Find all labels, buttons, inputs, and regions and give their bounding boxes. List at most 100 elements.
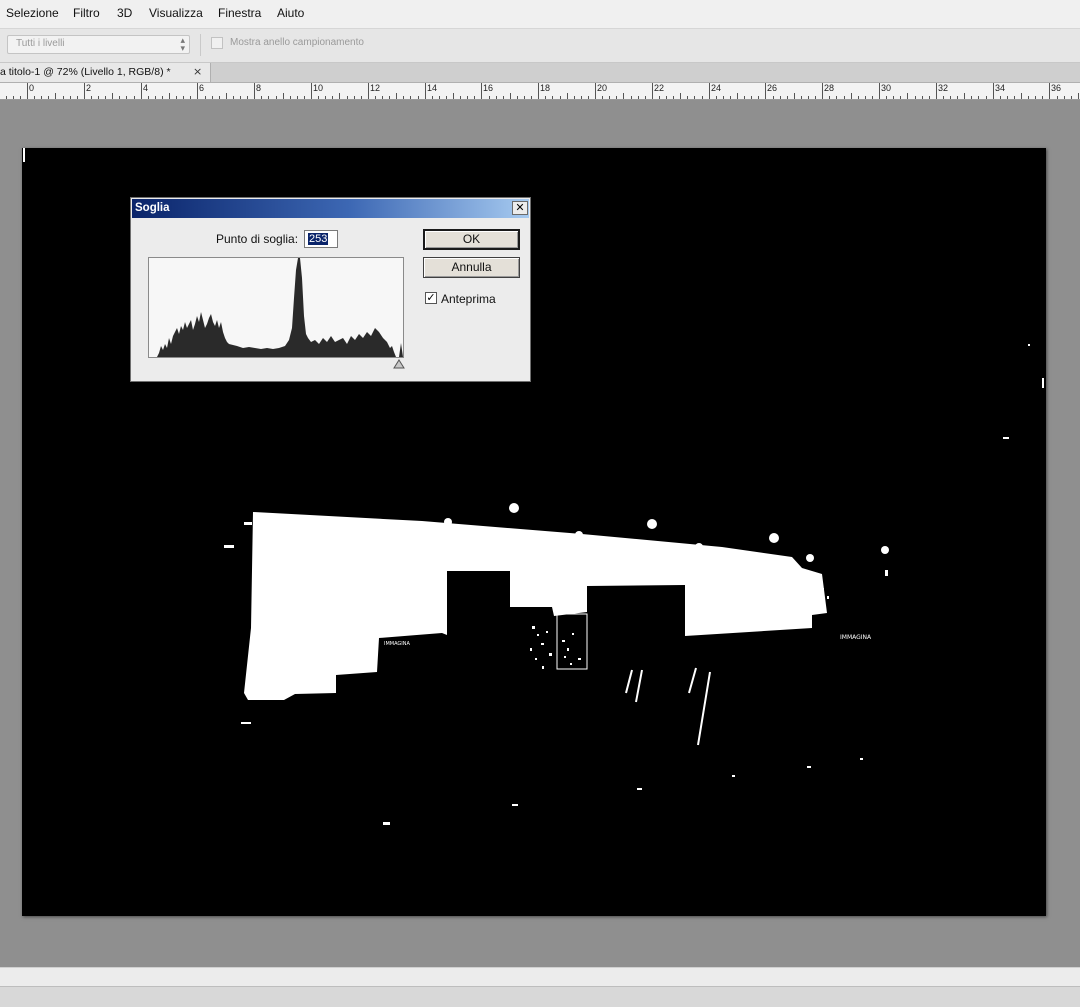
ruler-tick: [77, 96, 78, 99]
threshold-level-input[interactable]: 253: [304, 230, 338, 248]
ruler-tick: [467, 96, 468, 99]
ruler-tick: [325, 96, 326, 99]
ruler-tick: [297, 96, 298, 99]
ruler-tick: [48, 96, 49, 99]
ruler-tick: [574, 96, 575, 99]
menu-filtro[interactable]: Filtro: [73, 6, 100, 20]
ruler-tick: [162, 96, 163, 99]
ruler-tick: [907, 93, 908, 99]
ruler-tick: [375, 96, 376, 99]
ruler-label: 4: [143, 83, 149, 93]
ruler-tick: [27, 83, 28, 99]
ruler-tick: [290, 96, 291, 99]
ruler-tick: [425, 83, 426, 99]
ruler-tick: [765, 83, 766, 99]
menu-visualizza[interactable]: Visualizza: [149, 6, 203, 20]
show-ring-checkbox[interactable]: [211, 37, 223, 49]
ruler-tick: [446, 96, 447, 99]
ruler-tick: [141, 83, 142, 99]
ruler-tick: [588, 96, 589, 99]
ruler-tick: [787, 96, 788, 99]
ok-button[interactable]: OK: [423, 229, 520, 250]
ruler-tick: [84, 83, 85, 99]
menu-bar: Selezione Filtro 3D Visualizza Finestra …: [0, 0, 1080, 29]
threshold-slider-handle[interactable]: [393, 359, 405, 369]
ruler-tick: [1071, 96, 1072, 99]
sign-text-left: IMMAGINA: [384, 641, 411, 647]
ruler-tick: [126, 96, 127, 99]
document-tab-bar: a titolo-1 @ 72% (Livello 1, RGB/8) * ×: [0, 63, 1080, 83]
cancel-button[interactable]: Annulla: [423, 257, 520, 278]
options-divider: [200, 34, 201, 56]
ruler-tick: [808, 96, 809, 99]
bottom-panel: [0, 967, 1080, 1007]
histogram-graph: [149, 258, 403, 357]
ruler-tick: [261, 96, 262, 99]
ruler-tick: [858, 96, 859, 99]
ruler-tick: [900, 96, 901, 99]
ruler-tick: [616, 96, 617, 99]
ruler-tick: [595, 83, 596, 99]
ruler-tick: [503, 96, 504, 99]
ruler-tick: [716, 96, 717, 99]
document-tab[interactable]: a titolo-1 @ 72% (Livello 1, RGB/8) * ×: [0, 63, 211, 82]
ruler-tick: [489, 96, 490, 99]
ruler-tick: [1078, 93, 1079, 99]
threshold-dialog: Soglia ✕ Punto di soglia: 253 OK Annulla…: [130, 197, 531, 382]
ruler-tick: [190, 96, 191, 99]
menu-3d[interactable]: 3D: [117, 6, 132, 20]
ruler-tick: [709, 83, 710, 99]
ruler-tick: [219, 96, 220, 99]
ruler-tick: [1035, 96, 1036, 99]
ruler-tick: [254, 83, 255, 99]
dialog-titlebar[interactable]: Soglia ✕: [132, 199, 529, 218]
ruler-tick: [6, 96, 7, 99]
ruler-tick: [567, 93, 568, 99]
ruler-tick: [212, 96, 213, 99]
ruler-tick: [1014, 96, 1015, 99]
show-ring-label: Mostra anello campionamento: [230, 37, 364, 48]
ruler-tick: [836, 96, 837, 99]
ruler-tick: [226, 93, 227, 99]
ruler-label: 22: [654, 83, 665, 93]
ruler-tick: [318, 96, 319, 99]
ruler-tick: [815, 96, 816, 99]
ruler-tick: [886, 96, 887, 99]
close-icon[interactable]: ✕: [512, 201, 528, 215]
ruler-tick: [631, 96, 632, 99]
ruler-tick: [794, 93, 795, 99]
preview-label: Anteprima: [441, 292, 496, 306]
ruler-label: 26: [767, 83, 778, 93]
sample-layers-select[interactable]: Tutti i livelli ▴ ▾: [7, 35, 190, 54]
ruler-tick: [666, 96, 667, 99]
ruler-tick: [609, 96, 610, 99]
sign-text-right: IMMAGINA: [840, 634, 872, 641]
ruler-tick: [276, 96, 277, 99]
ruler-label: 20: [597, 83, 608, 93]
ruler-tick: [822, 83, 823, 99]
menu-finestra[interactable]: Finestra: [218, 6, 261, 20]
ruler-tick: [311, 83, 312, 99]
ruler-label: 6: [199, 83, 205, 93]
ruler-tick: [205, 96, 206, 99]
menu-selezione[interactable]: Selezione: [6, 6, 59, 20]
ruler-tick: [354, 96, 355, 99]
ruler-tick: [780, 96, 781, 99]
ruler-tick: [560, 96, 561, 99]
ruler-tick: [268, 96, 269, 99]
ruler-tick: [851, 93, 852, 99]
ruler-label: 28: [824, 83, 835, 93]
ruler-tick: [418, 96, 419, 99]
ruler-label: 30: [881, 83, 892, 93]
ruler-tick: [1064, 96, 1065, 99]
ruler-tick: [538, 83, 539, 99]
ruler-tick: [943, 96, 944, 99]
ruler-label: 18: [540, 83, 551, 93]
close-icon[interactable]: ×: [193, 65, 202, 78]
preview-checkbox[interactable]: ✓: [425, 292, 437, 304]
ruler-label: 16: [483, 83, 494, 93]
ruler-tick: [602, 96, 603, 99]
ruler-tick: [957, 96, 958, 99]
horizontal-ruler[interactable]: 0 2 4 6 8 10 12 14 16 18 20 22 24 26 28 30 32 34 36: [0, 83, 1080, 100]
menu-aiuto[interactable]: Aiuto: [277, 6, 304, 20]
